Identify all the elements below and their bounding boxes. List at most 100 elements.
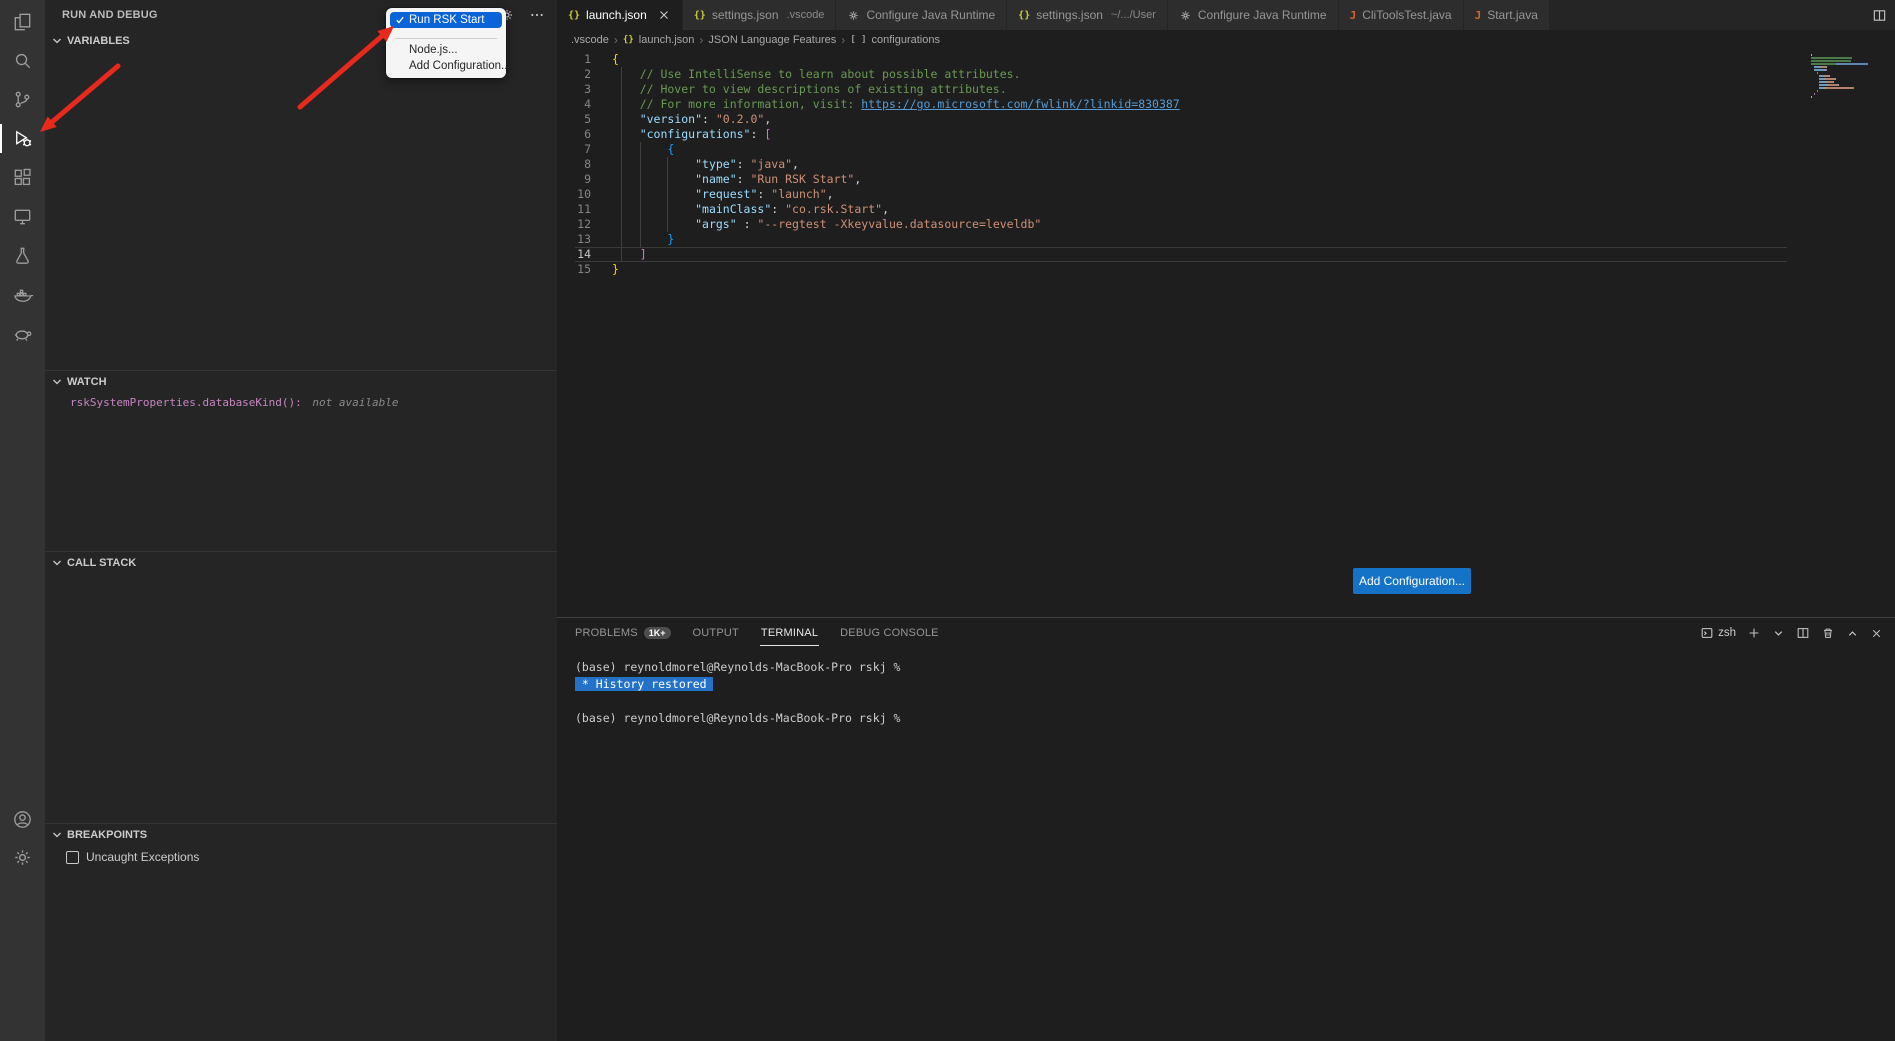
terminal-line: (base) reynoldmorel@Reynolds-MacBook-Pro… xyxy=(575,659,1895,676)
minimap-line xyxy=(1811,78,1881,80)
uncaught-exceptions-checkbox[interactable] xyxy=(66,851,79,864)
chevron-down-icon[interactable] xyxy=(1772,627,1785,640)
code-lines: 1{2 // Use IntelliSense to learn about p… xyxy=(557,52,1787,277)
code-line-11[interactable]: 11 "mainClass": "co.rsk.Start", xyxy=(557,202,1787,217)
code-line-13[interactable]: 13 } xyxy=(557,232,1787,247)
launch-config-dropdown-menu: Run RSK Start Node.js... Add Configurati… xyxy=(386,8,506,78)
line-number: 7 xyxy=(557,142,612,157)
turtle-extension-icon[interactable] xyxy=(0,314,45,353)
code-line-12[interactable]: 12 "args" : "--regtest -Xkeyvalue.dataso… xyxy=(557,217,1787,232)
close-panel-icon[interactable] xyxy=(1870,627,1883,640)
breakpoints-section-header[interactable]: BREAKPOINTS xyxy=(45,824,557,846)
menu-item-nodejs[interactable]: Node.js... xyxy=(390,42,502,58)
editor[interactable]: 1{2 // Use IntelliSense to learn about p… xyxy=(557,50,1895,617)
editor-group: {} launch.json {} settings.json .vscode … xyxy=(557,0,1895,1041)
minimap-line xyxy=(1811,87,1881,89)
code-line-7[interactable]: 7 { xyxy=(557,142,1787,157)
breadcrumb-item-launch-json[interactable]: launch.json xyxy=(639,34,695,46)
terminal-profile-select[interactable]: zsh xyxy=(1700,626,1736,640)
new-terminal-icon[interactable] xyxy=(1747,626,1761,640)
tab-terminal[interactable]: TERMINAL xyxy=(760,620,819,646)
panel-tab-label: OUTPUT xyxy=(693,627,739,639)
code-line-15[interactable]: 15} xyxy=(557,262,1787,277)
line-number: 4 xyxy=(557,97,612,112)
code-line-content: "mainClass": "co.rsk.Start", xyxy=(612,202,889,217)
section-label: BREAKPOINTS xyxy=(67,829,147,841)
section-label: CALL STACK xyxy=(67,557,136,569)
menu-item-add-configuration[interactable]: Add Configuration... xyxy=(390,58,502,74)
run-and-debug-icon[interactable] xyxy=(0,119,45,158)
panel-tab-label: TERMINAL xyxy=(761,627,818,639)
code-line-5[interactable]: 5 "version": "0.2.0", xyxy=(557,112,1787,127)
line-number: 15 xyxy=(557,262,612,277)
more-actions-icon[interactable] xyxy=(529,7,545,23)
code-line-2[interactable]: 2 // Use IntelliSense to learn about pos… xyxy=(557,67,1787,82)
files-icon[interactable] xyxy=(0,2,45,41)
code-line-1[interactable]: 1{ xyxy=(557,52,1787,67)
watch-section-header[interactable]: WATCH xyxy=(45,371,557,393)
minimap-line xyxy=(1811,81,1881,83)
breadcrumb-item-vscode[interactable]: .vscode xyxy=(571,34,609,46)
code-line-content: // For more information, visit: https://… xyxy=(612,97,1180,112)
code-line-9[interactable]: 9 "name": "Run RSK Start", xyxy=(557,172,1787,187)
line-number: 3 xyxy=(557,82,612,97)
line-number: 13 xyxy=(557,232,612,247)
panel-tab-label: DEBUG CONSOLE xyxy=(840,627,939,639)
remote-explorer-icon[interactable] xyxy=(0,197,45,236)
code-line-8[interactable]: 8 "type": "java", xyxy=(557,157,1787,172)
docker-icon[interactable] xyxy=(0,275,45,314)
tab-settings-json-user[interactable]: {} settings.json ~/.../User xyxy=(1007,0,1168,30)
tab-start-java[interactable]: J Start.java xyxy=(1464,0,1550,30)
testing-icon[interactable] xyxy=(0,236,45,275)
tab-launch-json[interactable]: {} launch.json xyxy=(557,0,683,30)
maximize-panel-icon[interactable] xyxy=(1846,627,1859,640)
add-configuration-button[interactable]: Add Configuration... xyxy=(1353,568,1471,594)
tab-output[interactable]: OUTPUT xyxy=(692,620,740,646)
tab-clitoolstest-java[interactable]: J CliToolsTest.java xyxy=(1339,0,1464,30)
settings-gear-icon[interactable] xyxy=(0,838,45,877)
code-line-10[interactable]: 10 "request": "launch", xyxy=(557,187,1787,202)
split-editor-icon[interactable] xyxy=(1872,8,1887,23)
account-icon[interactable] xyxy=(0,800,45,839)
code-line-4[interactable]: 4 // For more information, visit: https:… xyxy=(557,97,1787,112)
watch-expression[interactable]: rskSystemProperties.databaseKind(): not … xyxy=(45,393,557,409)
code-line-6[interactable]: 6 "configurations": [ xyxy=(557,127,1787,142)
minimap-line xyxy=(1811,57,1881,59)
minimap-line xyxy=(1811,54,1881,56)
panel-header: PROBLEMS 1K+ OUTPUT TERMINAL DEBUG CONSO… xyxy=(557,618,1895,648)
chevron-down-icon xyxy=(50,34,64,48)
minimap[interactable] xyxy=(1811,54,1881,99)
code-line-14[interactable]: 14 ] xyxy=(557,247,1787,262)
tab-problems[interactable]: PROBLEMS 1K+ xyxy=(574,620,672,646)
json-file-icon: {} xyxy=(694,10,706,21)
terminal-output[interactable]: (base) reynoldmorel@Reynolds-MacBook-Pro… xyxy=(557,648,1895,727)
breadcrumb-item-json-language-features[interactable]: JSON Language Features xyxy=(708,34,836,46)
extensions-icon[interactable] xyxy=(0,158,45,197)
breakpoint-label: Uncaught Exceptions xyxy=(86,850,199,864)
line-number: 12 xyxy=(557,217,612,232)
menu-item-run-rsk-start[interactable]: Run RSK Start xyxy=(390,12,502,28)
tab-label: Configure Java Runtime xyxy=(866,8,995,22)
gear-icon xyxy=(1179,9,1192,22)
java-file-icon: J xyxy=(1350,9,1357,22)
kill-terminal-trash-icon[interactable] xyxy=(1821,626,1835,640)
menu-item-label: Run RSK Start xyxy=(409,14,484,26)
minimap-line xyxy=(1811,66,1881,68)
sidebar-run-and-debug: RUN AND DEBUG VARIABLES WATCH xyxy=(45,0,557,1041)
json-braces-icon: {} xyxy=(623,35,634,45)
tab-configure-java-runtime-2[interactable]: Configure Java Runtime xyxy=(1168,0,1339,30)
call-stack-section-header[interactable]: CALL STACK xyxy=(45,552,557,574)
breadcrumb-item-configurations[interactable]: configurations xyxy=(872,34,941,46)
minimap-line xyxy=(1811,96,1881,98)
source-control-icon[interactable] xyxy=(0,80,45,119)
split-terminal-icon[interactable] xyxy=(1796,626,1810,640)
panel-tab-label: PROBLEMS xyxy=(575,627,638,639)
minimap-line xyxy=(1811,63,1881,65)
code-line-3[interactable]: 3 // Hover to view descriptions of exist… xyxy=(557,82,1787,97)
search-icon[interactable] xyxy=(0,41,45,80)
tab-configure-java-runtime-1[interactable]: Configure Java Runtime xyxy=(836,0,1007,30)
close-icon[interactable] xyxy=(657,8,671,22)
code-line-content: // Use IntelliSense to learn about possi… xyxy=(612,67,1021,82)
tab-settings-json-workspace[interactable]: {} settings.json .vscode xyxy=(683,0,837,30)
tab-debug-console[interactable]: DEBUG CONSOLE xyxy=(839,620,940,646)
